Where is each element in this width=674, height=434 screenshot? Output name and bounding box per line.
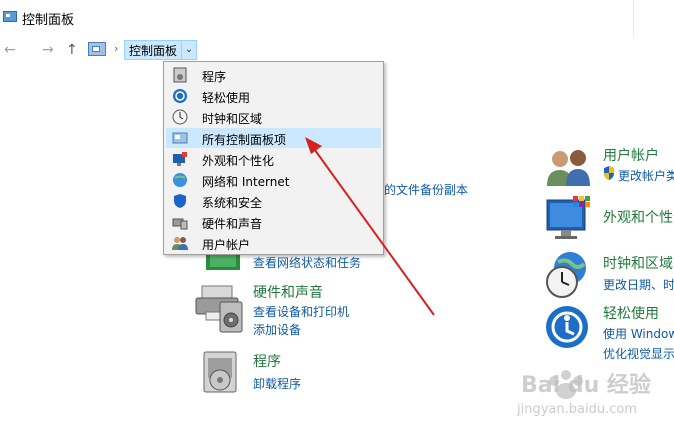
watermark-url: jingyan.baidu.com (517, 402, 637, 417)
watermark-text: Bai du 经验 (521, 373, 651, 398)
